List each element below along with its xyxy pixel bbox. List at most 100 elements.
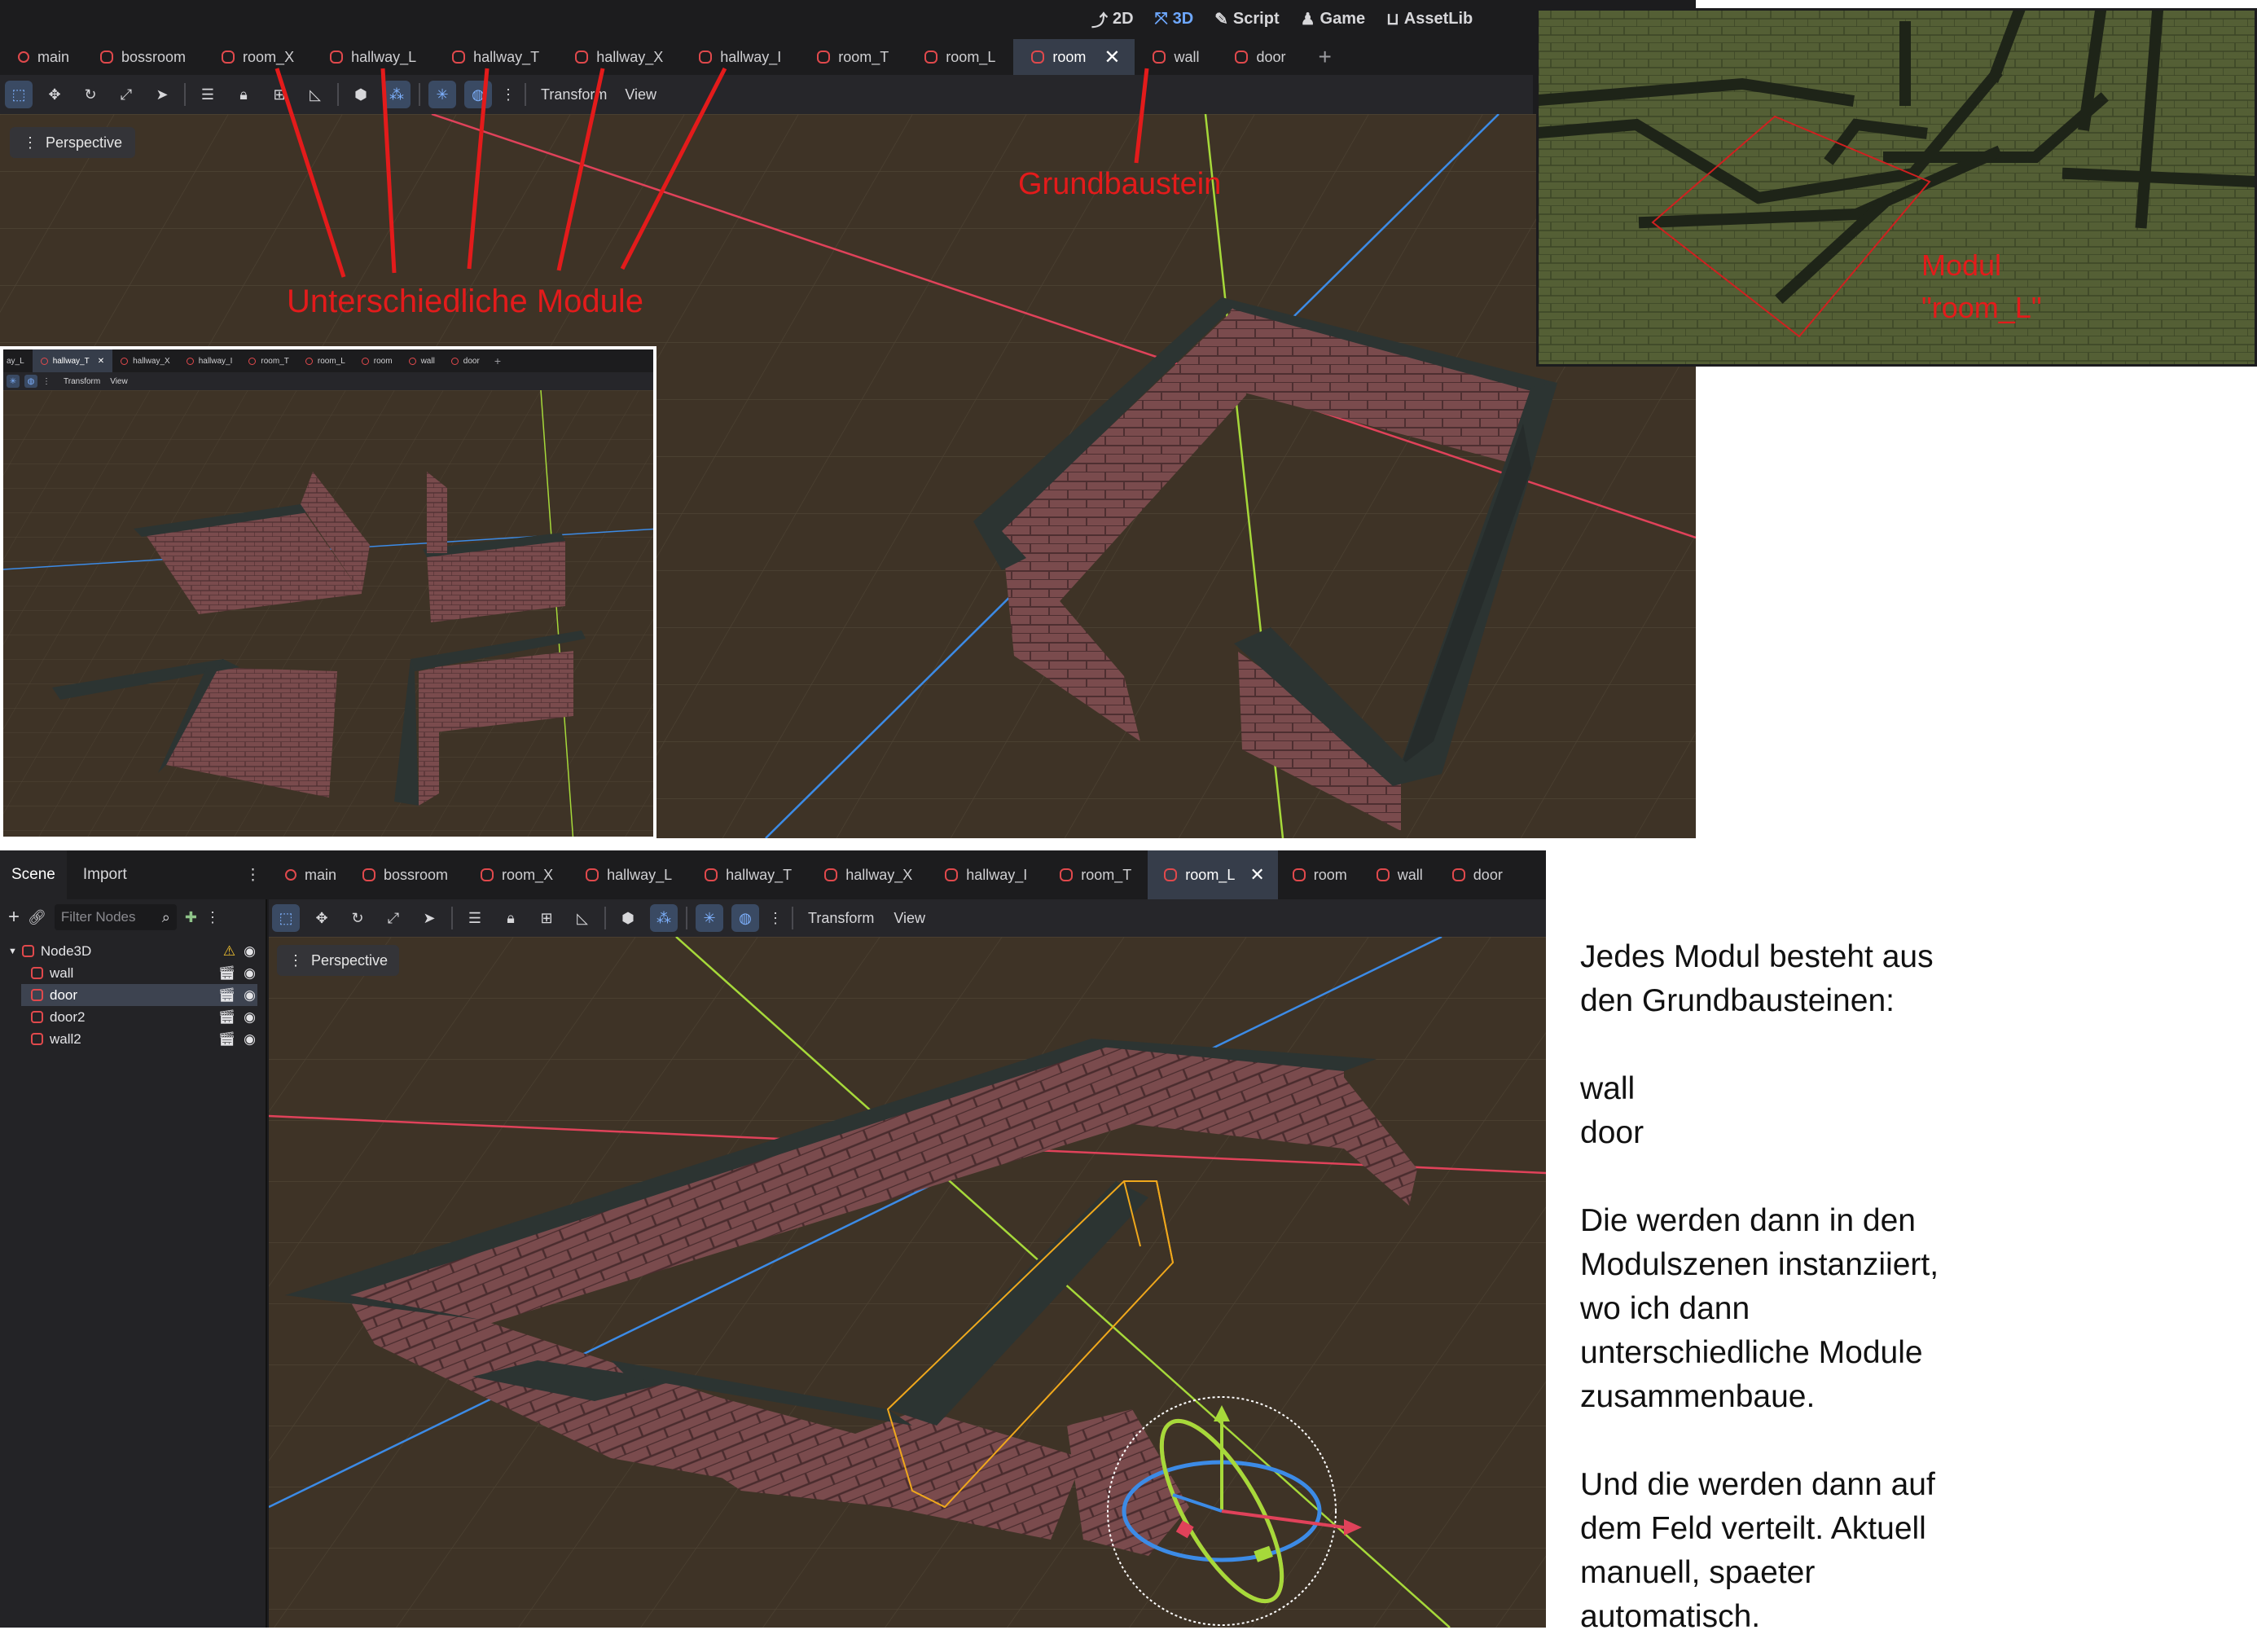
scene-icon — [450, 357, 459, 365]
close-icon[interactable]: ✕ — [98, 357, 104, 366]
bottom-editor: Scene Import ⋮ + 🔗︎ Filter Nodes ⌕ ✚ ⋮ ▼… — [0, 850, 1546, 1628]
sun-icon[interactable]: ✳ — [696, 904, 723, 932]
scene-icon — [121, 357, 129, 365]
scene-icon — [705, 868, 718, 881]
scene-icon — [40, 357, 48, 365]
inset-toolbar: ✳ ◍ ⋮ Transform View — [3, 372, 653, 390]
tab-room-l[interactable]: room_L — [297, 349, 353, 372]
rotate-tool-button[interactable]: ↻ — [344, 904, 371, 932]
scene-icon — [481, 868, 494, 881]
select-tool-button[interactable]: ⬚ — [272, 904, 300, 932]
move-tool-button[interactable]: ✥ — [308, 904, 336, 932]
inset-scene-tabs: ay_L hallway_T ✕ hallway_X hallway_I room… — [3, 349, 653, 372]
dock-toolbar: + 🔗︎ Filter Nodes ⌕ ✚ ⋮ — [0, 899, 267, 935]
tab-hallway-t[interactable]: hallway_T — [688, 850, 808, 899]
scene-icon — [361, 357, 369, 365]
tab-hallway-i[interactable]: hallway_I — [929, 850, 1043, 899]
inset-viewport-scene[interactable] — [3, 390, 656, 840]
tab-room[interactable]: room — [1278, 850, 1362, 899]
tab-room-l[interactable]: room_L ✕ — [1148, 850, 1278, 899]
tab-hallway-t[interactable]: hallway_T ✕ — [32, 349, 113, 372]
visibility-eye-icon[interactable]: ◉ — [244, 1009, 256, 1026]
tab-hallway-x[interactable]: hallway_X — [112, 349, 178, 372]
snap-tool-button[interactable]: ⁂ — [650, 904, 678, 932]
tab-wall[interactable]: wall — [401, 349, 443, 372]
tree-row-wall[interactable]: wall 🎬︎ ◉ — [0, 962, 267, 984]
scene-icon — [1451, 868, 1465, 881]
globe-icon[interactable]: ◍ — [731, 904, 759, 932]
scene-instance-icon[interactable]: 🎬︎ — [218, 1031, 236, 1048]
more-menu-button[interactable]: ⋮ — [42, 377, 50, 386]
tab-wall[interactable]: wall — [1362, 850, 1438, 899]
ruler-tool-button[interactable]: ◺ — [569, 904, 596, 932]
warning-icon[interactable]: ⚠ — [223, 943, 235, 960]
scene-instance-icon[interactable]: 🎬︎ — [218, 1009, 236, 1026]
tree-row-door[interactable]: door 🎬︎ ◉ — [21, 984, 257, 1006]
note-line: manuell, spaeter — [1580, 1555, 1816, 1590]
arrow-line — [620, 67, 727, 270]
import-dock-tab[interactable]: Import — [67, 866, 143, 884]
toolbar-separator — [686, 907, 687, 929]
dock-menu-icon[interactable]: ⋮ — [245, 866, 267, 885]
scene-icon — [248, 357, 257, 365]
scene-icon — [1292, 868, 1306, 881]
note-line: automatisch. — [1580, 1599, 1761, 1634]
add-node-button[interactable]: + — [8, 906, 20, 929]
scene-icon — [186, 357, 194, 365]
tab-hallway-l[interactable]: ay_L — [3, 349, 33, 372]
node3d-icon — [21, 945, 34, 957]
tab-main[interactable]: main — [269, 850, 346, 899]
scale-tool-button[interactable]: ⤢ — [380, 904, 407, 932]
group-tool-button[interactable]: ⊞ — [533, 904, 560, 932]
scene-instance-icon[interactable]: 🎬︎ — [218, 987, 236, 1004]
modules-annotation: Unterschiedliche Module — [287, 283, 644, 319]
note-line: Und die werden dann auf — [1580, 1467, 1935, 1502]
tab-hallway-x[interactable]: hallway_X — [808, 850, 929, 899]
script-attach-icon[interactable]: ✚ — [185, 909, 197, 926]
more-menu-button[interactable]: ⋮ — [767, 904, 784, 932]
tab-room-t[interactable]: room_T — [1043, 850, 1148, 899]
tree-row-door2[interactable]: door2 🎬︎ ◉ — [0, 1006, 267, 1028]
tree-row-wall2[interactable]: wall2 🎬︎ ◉ — [0, 1028, 267, 1050]
visibility-eye-icon[interactable]: ◉ — [244, 987, 256, 1004]
transform-menu[interactable]: Transform — [808, 910, 874, 927]
collapse-arrow-icon[interactable]: ▼ — [8, 947, 17, 956]
list-tool-button[interactable]: ☰ — [461, 904, 489, 932]
arrow-line — [556, 68, 605, 271]
arrow-line — [380, 68, 397, 274]
perspective-menu[interactable]: ⋮ Perspective — [277, 945, 400, 976]
tab-room-x[interactable]: room_X — [464, 850, 569, 899]
link-icon[interactable]: 🔗︎ — [28, 909, 46, 926]
cube-icon[interactable]: ⬢ — [614, 904, 642, 932]
scene-instance-icon[interactable]: 🎬︎ — [218, 965, 236, 982]
sun-icon[interactable]: ✳ — [7, 375, 20, 388]
bottom-3d-viewport[interactable]: ⋮ Perspective — [269, 937, 1546, 1628]
filter-nodes-input[interactable]: Filter Nodes ⌕ — [54, 904, 177, 930]
tab-room[interactable]: room — [353, 349, 401, 372]
visibility-eye-icon[interactable]: ◉ — [244, 965, 256, 982]
modul-annotation: Modul — [1921, 248, 2002, 282]
view-menu[interactable]: View — [894, 910, 925, 927]
globe-icon[interactable]: ◍ — [24, 375, 37, 388]
tab-door[interactable]: door — [1438, 850, 1517, 899]
tab-door[interactable]: door — [443, 349, 488, 372]
tab-room-t[interactable]: room_T — [240, 349, 296, 372]
tab-hallway-l[interactable]: hallway_L — [569, 850, 688, 899]
tree-row-node3d[interactable]: ▼ Node3D ⚠ ◉ — [0, 940, 267, 962]
tab-hallway-i[interactable]: hallway_I — [178, 349, 241, 372]
maze-preview: Modul "room_L" — [1536, 8, 2257, 367]
scene-dock: Scene Import ⋮ + 🔗︎ Filter Nodes ⌕ ✚ ⋮ ▼… — [0, 850, 267, 1628]
add-tab-button[interactable]: + — [488, 349, 507, 372]
pointer-tool-button[interactable]: ➤ — [415, 904, 443, 932]
view-menu[interactable]: View — [110, 377, 128, 386]
transform-menu[interactable]: Transform — [64, 377, 100, 386]
tab-bossroom[interactable]: bossroom — [346, 850, 464, 899]
scene-dock-tab[interactable]: Scene — [0, 850, 67, 899]
visibility-eye-icon[interactable]: ◉ — [244, 943, 256, 960]
visibility-eye-icon[interactable]: ◉ — [244, 1031, 256, 1048]
dock-more-icon[interactable]: ⋮ — [205, 909, 220, 926]
lock-icon[interactable]: 🔒︎ — [497, 904, 525, 932]
base-annotation: Grundbaustein — [1018, 167, 1222, 201]
close-icon[interactable]: ✕ — [1249, 864, 1264, 885]
note-line: Jedes Modul besteht aus — [1580, 939, 1934, 974]
